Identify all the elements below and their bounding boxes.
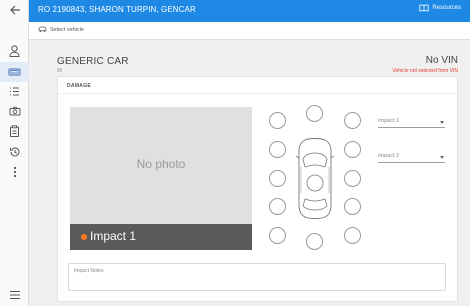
- impact-point-left-front-corner[interactable]: [269, 112, 286, 129]
- resources-label: Resources: [432, 5, 461, 11]
- impact-point-left-middle[interactable]: [269, 170, 286, 187]
- menu-icon: [9, 291, 20, 299]
- vehicle-icon: [8, 68, 21, 76]
- app-header: RO 2190843, SHARON TURPIN, GENCAR Resour…: [29, 0, 470, 22]
- resources-button[interactable]: Resources: [419, 4, 461, 12]
- impact-point-right-rear-corner[interactable]: [344, 227, 361, 244]
- impact-point-right-front-corner[interactable]: [344, 112, 361, 129]
- car-icon: [38, 26, 47, 33]
- dropdown-arrow-icon: [440, 121, 444, 124]
- impact-point-left-rear[interactable]: [269, 198, 286, 215]
- customer-icon: [9, 45, 20, 57]
- impact-notes-placeholder: Impact Notes: [74, 268, 104, 274]
- impact-point-right-front[interactable]: [344, 141, 361, 158]
- impact-2-select[interactable]: Impact 2: [378, 153, 445, 163]
- select-vehicle-button[interactable]: Select vehicle: [38, 26, 84, 33]
- vin-value: No VIN: [425, 55, 458, 66]
- dropdown-arrow-icon: [440, 156, 444, 159]
- impact-point-front[interactable]: [306, 105, 323, 122]
- navigation-rail: [0, 0, 29, 306]
- more-icon: [13, 166, 16, 178]
- history-nav-item[interactable]: [0, 142, 29, 162]
- photo-placeholder: No photo: [136, 157, 186, 171]
- select-vehicle-label: Select vehicle: [50, 26, 84, 33]
- impact-point-right-middle[interactable]: [344, 170, 361, 187]
- damage-section-header: DAMAGE: [58, 77, 457, 94]
- clipboard-icon: [10, 125, 19, 137]
- repair-order-title: RO 2190843, SHARON TURPIN, GENCAR: [38, 5, 196, 14]
- history-icon: [9, 147, 19, 157]
- impact-point-left-rear-corner[interactable]: [269, 227, 286, 244]
- camera-icon: [9, 106, 20, 116]
- impact-point-left-front[interactable]: [269, 141, 286, 158]
- impact-notes-field[interactable]: Impact Notes: [68, 263, 446, 291]
- car-top-view-diagram[interactable]: [296, 137, 334, 219]
- checklist-nav-item[interactable]: [0, 81, 29, 101]
- vin-warning: Vehicle not selected from VIN: [392, 68, 458, 74]
- vehicle-nav-item[interactable]: [0, 62, 29, 82]
- vehicle-subtitle-placeholder: [57, 68, 62, 72]
- photo-caption: Impact 1: [90, 229, 137, 243]
- back-button[interactable]: [0, 0, 29, 20]
- back-arrow-icon: [9, 5, 20, 15]
- impact-1-select[interactable]: Impact 1: [378, 118, 445, 128]
- book-icon: [419, 4, 429, 12]
- clipboard-nav-item[interactable]: [0, 121, 29, 141]
- photo-panel[interactable]: No photo Impact 1: [70, 107, 252, 250]
- photo-caption-bar: Impact 1: [70, 224, 252, 250]
- impact-1-placeholder: Impact 1: [378, 118, 400, 124]
- vehicle-name: GENERIC CAR: [57, 56, 129, 67]
- vehicle-toolbar: Select vehicle: [29, 22, 470, 40]
- customer-nav-item[interactable]: [0, 41, 29, 61]
- impact-point-right-rear[interactable]: [344, 198, 361, 215]
- impact-point-rear[interactable]: [306, 233, 323, 250]
- camera-nav-item[interactable]: [0, 101, 29, 121]
- more-options-button[interactable]: [0, 162, 29, 182]
- impact-2-placeholder: Impact 2: [378, 153, 400, 159]
- checklist-icon: [10, 87, 19, 95]
- menu-button[interactable]: [0, 285, 29, 305]
- impact-indicator-dot: [81, 234, 87, 240]
